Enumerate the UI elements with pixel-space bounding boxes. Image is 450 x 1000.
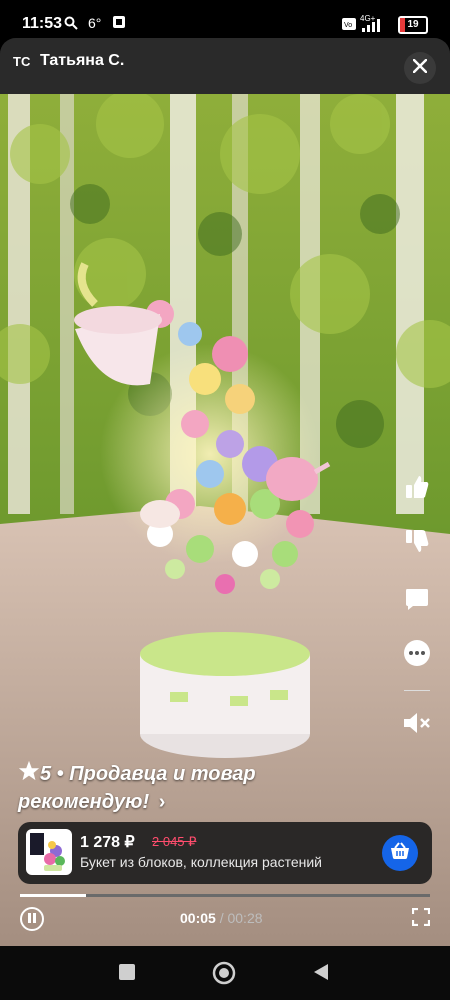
battery-icon: 19	[398, 16, 428, 34]
review-expand-arrow: ›	[158, 791, 166, 813]
duration: 00:28	[227, 910, 263, 926]
status-bar: 11:53 6° Vo 4G+ 19	[0, 0, 450, 40]
back-button[interactable]	[312, 963, 330, 986]
home-circle-icon	[212, 961, 236, 985]
volte-icon: Vo	[342, 17, 356, 35]
time-separator: /	[219, 910, 224, 926]
like-button[interactable]	[402, 474, 432, 504]
volume-muted-icon	[402, 710, 432, 741]
review-media-viewer: ТС Татьяна С. 5 • Продавца и товар реком…	[0, 38, 450, 946]
thumbs-up-icon	[404, 474, 430, 505]
timecode: 00:05 / 00:28	[180, 910, 263, 926]
fullscreen-button[interactable]	[411, 907, 431, 931]
rail-divider	[404, 690, 430, 691]
star-icon	[18, 760, 40, 789]
search-icon	[64, 16, 78, 35]
notification-icon	[112, 15, 126, 34]
product-price: 1 278 ₽	[80, 834, 135, 851]
add-to-cart-button[interactable]	[382, 835, 418, 871]
close-button[interactable]	[404, 52, 436, 84]
pause-icon	[28, 910, 36, 928]
fullscreen-icon	[411, 907, 431, 930]
player-controls: 00:05 / 00:28	[0, 900, 450, 944]
status-time: 11:53	[22, 15, 63, 32]
svg-text:Vo: Vo	[344, 22, 352, 29]
current-time: 00:05	[180, 910, 216, 926]
avatar[interactable]: ТС	[13, 54, 30, 69]
review-text: • Продавца и товар рекомендую!	[18, 763, 256, 813]
back-triangle-icon	[314, 964, 328, 980]
status-temperature: 6°	[88, 15, 102, 31]
comment-icon	[404, 586, 430, 617]
video-progress-bar[interactable]	[20, 894, 430, 897]
pause-button[interactable]	[20, 907, 44, 931]
video-frame[interactable]	[0, 94, 450, 946]
thumbs-down-icon	[404, 528, 430, 559]
more-dots-icon	[403, 639, 431, 672]
video-progress-fill	[20, 894, 86, 897]
close-icon	[412, 58, 428, 78]
square-icon	[119, 964, 135, 980]
product-thumbnail	[26, 829, 72, 875]
review-summary[interactable]: 5 • Продавца и товар рекомендую! ›	[18, 760, 318, 815]
author-name[interactable]: Татьяна С.	[40, 52, 124, 70]
viewer-header: ТС Татьяна С.	[0, 38, 450, 94]
dislike-button[interactable]	[402, 528, 432, 558]
comment-button[interactable]	[402, 586, 432, 616]
recents-button[interactable]	[118, 963, 136, 986]
battery-level: 19	[407, 19, 419, 30]
mute-button[interactable]	[402, 710, 432, 740]
review-rating: 5	[40, 763, 52, 785]
product-name: Букет из блоков, коллекция растений	[80, 854, 323, 870]
signal-icon	[362, 18, 388, 37]
system-nav-bar	[0, 946, 450, 1000]
more-button[interactable]	[402, 639, 432, 672]
basket-icon	[390, 841, 410, 865]
home-button[interactable]	[212, 961, 236, 990]
product-old-price: 2 045 ₽	[152, 834, 197, 849]
flower-bouquet-photo	[0, 94, 450, 946]
product-card[interactable]: 1 278 ₽ 2 045 ₽ Букет из блоков, коллекц…	[18, 822, 432, 884]
